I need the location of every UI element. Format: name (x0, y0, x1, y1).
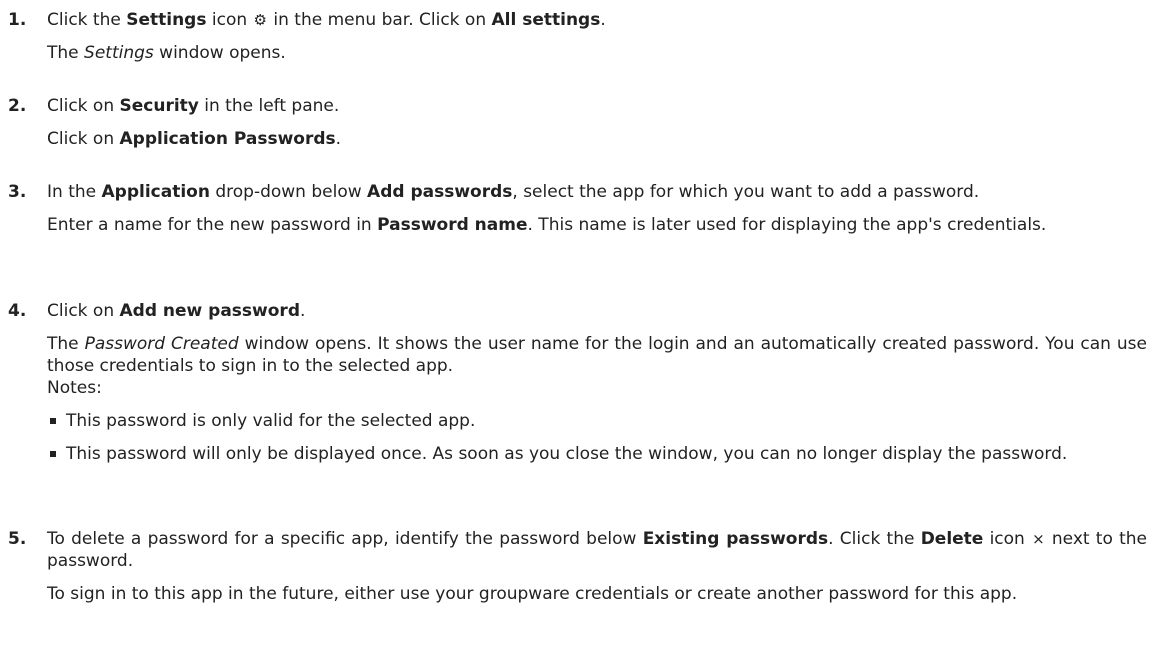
text: , select the app for which you want to a… (512, 182, 980, 202)
text: in the left pane. (198, 96, 340, 116)
text: icon (206, 10, 253, 30)
gear-icon: ⚙ (253, 11, 267, 29)
text: . (600, 10, 606, 30)
text: . Click the (828, 529, 921, 549)
add-passwords-term: Add passwords (367, 182, 513, 202)
text: Click on (47, 96, 120, 116)
password-created-window-term: Password Created (84, 334, 239, 354)
delete-term: Delete (920, 529, 984, 549)
text: Click on (47, 301, 120, 321)
step-text: Click on Application Passwords. (47, 128, 1147, 150)
step-text: To delete a password for a specific app,… (47, 528, 1147, 572)
text: To delete a password for a specific app,… (47, 529, 643, 549)
settings-term: Settings (126, 10, 207, 30)
notes-label: Notes: (47, 378, 102, 398)
step-text: Click on Add new password. (47, 300, 1147, 322)
text: Enter a name for the new password in (47, 215, 378, 235)
step-number: 2. (8, 96, 27, 116)
text: . (335, 129, 342, 149)
instructions-page: 1. Click the Settings icon ⚙ in the menu… (0, 0, 1156, 668)
step-text: To sign in to this app in the future, ei… (47, 584, 1018, 604)
step-number: 4. (8, 301, 27, 321)
list-item: This password is only valid for the sele… (47, 410, 1147, 432)
step-number: 1. (8, 10, 27, 30)
step-4: 4. Click on Add new password. The Passwo… (0, 300, 1150, 465)
existing-passwords-term: Existing passwords (642, 529, 829, 549)
text: The (47, 334, 85, 354)
step-5: 5. To delete a password for a specific a… (0, 528, 1150, 605)
text: The (47, 43, 85, 63)
all-settings-term: All settings (491, 10, 601, 30)
text: . This name is later used for displaying… (527, 215, 1047, 235)
application-passwords-term: Application Passwords (119, 129, 336, 149)
close-icon: × (1032, 530, 1045, 548)
step-text: Enter a name for the new password in Pas… (47, 214, 1147, 236)
application-term: Application (101, 182, 210, 202)
text: In the (47, 182, 102, 202)
security-term: Security (119, 96, 199, 116)
step-1: 1. Click the Settings icon ⚙ in the menu… (0, 9, 1150, 64)
step-text: Click on Security in the left pane. (47, 95, 1147, 117)
text: drop-down below (209, 182, 368, 202)
text: window opens. (153, 43, 286, 63)
text: in the menu bar. Click on (267, 10, 492, 30)
step-text: Click the Settings icon ⚙ in the menu ba… (47, 9, 1147, 31)
step-result: The Settings window opens. (47, 42, 1147, 64)
list-item: This password will only be displayed onc… (47, 443, 1147, 465)
step-2: 2. Click on Security in the left pane. C… (0, 95, 1150, 150)
step-number: 5. (8, 529, 27, 549)
text: . (299, 301, 306, 321)
step-text: In the Application drop-down below Add p… (47, 181, 1147, 203)
step-number: 3. (8, 182, 27, 202)
step-result: The Password Created window opens. It sh… (47, 333, 1147, 377)
step-3: 3. In the Application drop-down below Ad… (0, 181, 1150, 236)
add-new-password-term: Add new password (119, 301, 300, 321)
password-name-term: Password name (377, 215, 528, 235)
text: Click the (47, 10, 127, 30)
text: icon (983, 529, 1032, 549)
text: Click on (47, 129, 120, 149)
settings-window-term: Settings (84, 43, 154, 63)
